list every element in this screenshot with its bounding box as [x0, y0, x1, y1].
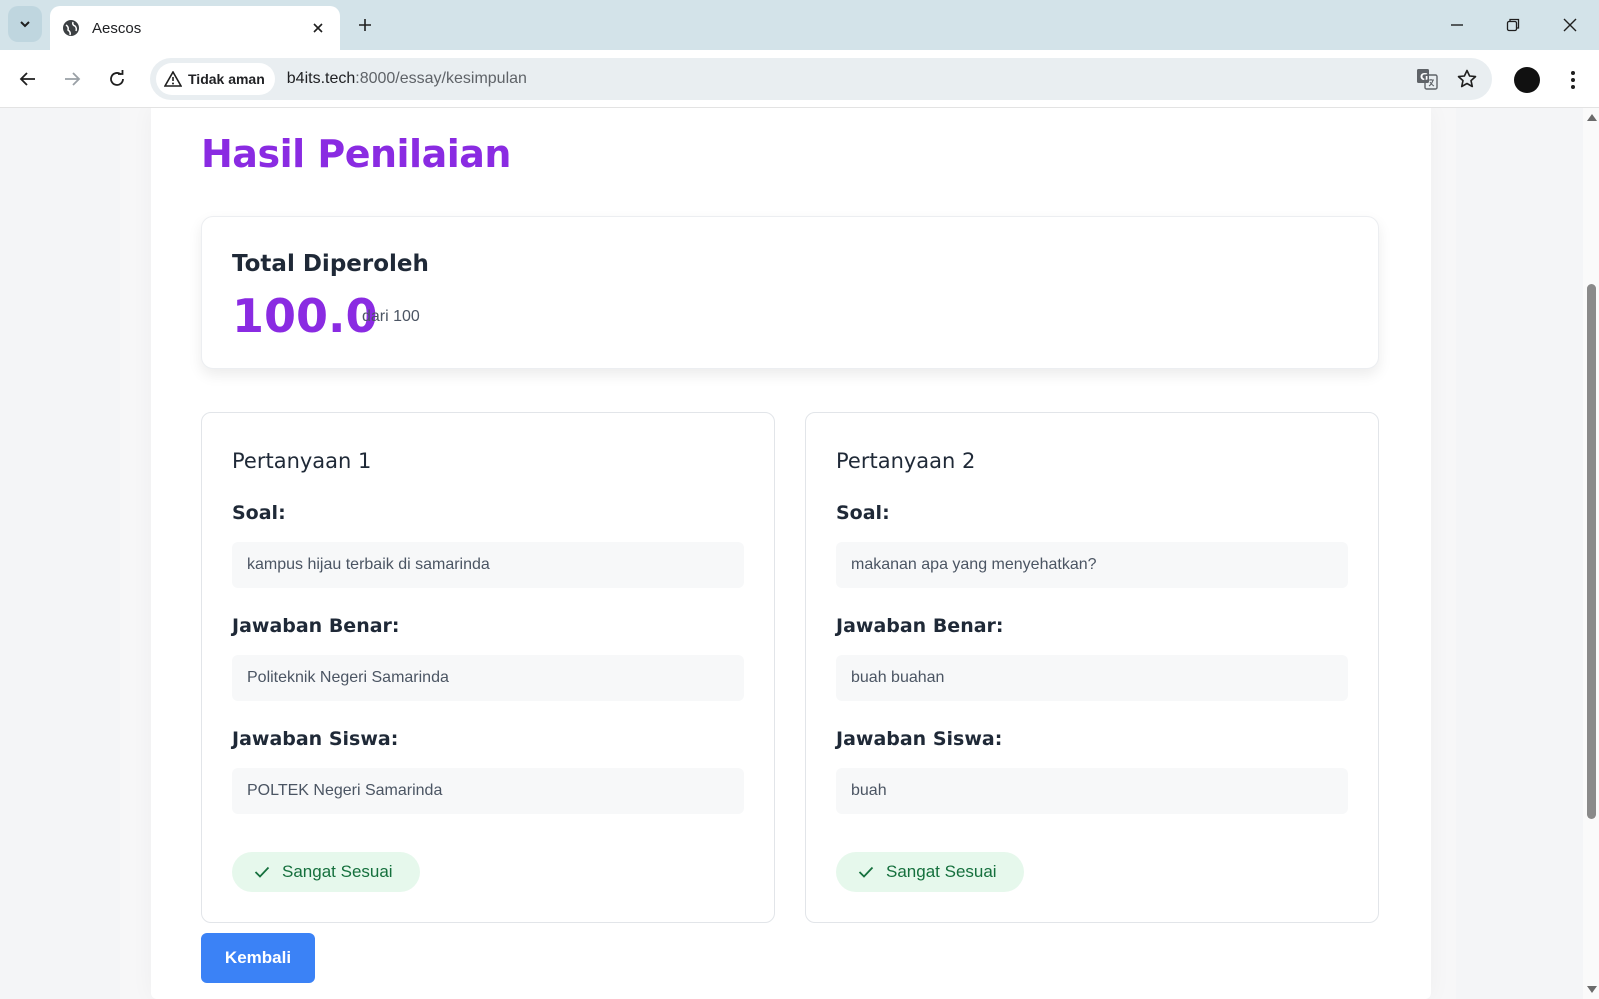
question-card: Pertanyaan 1 Soal: kampus hijau terbaik …: [201, 412, 775, 923]
translate-icon: G: [1417, 69, 1438, 90]
page-title: Hasil Penilaian: [201, 132, 511, 176]
profile-avatar[interactable]: [1514, 67, 1540, 93]
browser-tab[interactable]: Aescos: [50, 6, 340, 50]
status-badge: Sangat Sesuai: [232, 852, 420, 892]
minimize-icon: [1451, 24, 1463, 26]
student-answer-text: buah: [836, 768, 1348, 814]
svg-text:G: G: [1420, 72, 1428, 83]
browser-menu-button[interactable]: [1558, 64, 1588, 96]
forward-nav-button[interactable]: [56, 63, 88, 95]
result-container: Hasil Penilaian Total Diperoleh 100.0 da…: [151, 108, 1431, 999]
check-icon: [254, 866, 270, 878]
restore-icon: [1506, 18, 1520, 32]
total-max-score: dari 100: [362, 308, 420, 325]
scroll-down-arrow-icon[interactable]: [1587, 986, 1597, 993]
status-text: Sangat Sesuai: [886, 862, 997, 881]
translate-button[interactable]: G: [1412, 64, 1442, 94]
new-tab-button[interactable]: [352, 12, 378, 38]
tab-search-button[interactable]: [8, 6, 42, 42]
kebab-menu-icon: [1571, 71, 1575, 89]
security-indicator[interactable]: Tidak aman: [156, 63, 275, 95]
correct-answer-text: buah buahan: [836, 655, 1348, 701]
status-badge: Sangat Sesuai: [836, 852, 1024, 892]
total-score-value: 100.0: [232, 289, 378, 343]
browser-tab-bar: Aescos: [0, 0, 1599, 50]
question-text: makanan apa yang menyehatkan?: [836, 542, 1348, 588]
restore-button[interactable]: [1496, 8, 1530, 42]
bookmark-button[interactable]: [1452, 64, 1482, 94]
correct-answer-label: Jawaban Benar:: [836, 615, 1004, 637]
question-card: Pertanyaan 2 Soal: makanan apa yang meny…: [805, 412, 1379, 923]
address-bar[interactable]: Tidak aman b4its.tech:8000/essay/kesimpu…: [150, 58, 1492, 100]
reload-button[interactable]: [101, 63, 133, 95]
warning-icon: [164, 71, 182, 87]
student-answer-text: POLTEK Negeri Samarinda: [232, 768, 744, 814]
total-label: Total Diperoleh: [232, 251, 429, 277]
question-label: Soal:: [232, 502, 286, 524]
correct-answer-label: Jawaban Benar:: [232, 615, 400, 637]
url-path: :8000/essay/kesimpulan: [355, 70, 527, 87]
question-title: Pertanyaan 2: [836, 449, 976, 473]
scroll-up-arrow-icon[interactable]: [1587, 114, 1597, 121]
student-answer-label: Jawaban Siswa:: [232, 728, 399, 750]
browser-toolbar: Tidak aman b4its.tech:8000/essay/kesimpu…: [0, 50, 1599, 108]
status-text: Sangat Sesuai: [282, 862, 393, 881]
tab-title: Aescos: [92, 19, 142, 37]
check-icon: [858, 866, 874, 878]
question-title: Pertanyaan 1: [232, 449, 372, 473]
url-text[interactable]: b4its.tech:8000/essay/kesimpulan: [287, 70, 1412, 88]
plus-icon: [359, 19, 371, 31]
page-scrollbar[interactable]: [1583, 108, 1599, 999]
back-button[interactable]: Kembali: [201, 933, 315, 983]
page-viewport: Hasil Penilaian Total Diperoleh 100.0 da…: [0, 108, 1583, 999]
window-close-button[interactable]: [1553, 8, 1587, 42]
total-score-card: Total Diperoleh 100.0 dari 100: [201, 216, 1379, 369]
minimize-button[interactable]: [1440, 8, 1474, 42]
close-icon: [313, 23, 323, 33]
question-label: Soal:: [836, 502, 890, 524]
tab-close-button[interactable]: [308, 18, 328, 38]
chevron-down-icon: [20, 21, 30, 28]
student-answer-label: Jawaban Siswa:: [836, 728, 1003, 750]
close-icon: [1563, 18, 1577, 32]
globe-icon: [62, 19, 80, 37]
reload-icon: [110, 70, 124, 86]
question-text: kampus hijau terbaik di samarinda: [232, 542, 744, 588]
url-host: b4its.tech: [286, 70, 356, 87]
back-nav-button[interactable]: [12, 63, 44, 95]
correct-answer-text: Politeknik Negeri Samarinda: [232, 655, 744, 701]
scrollbar-thumb[interactable]: [1587, 284, 1596, 819]
security-label: Tidak aman: [188, 71, 265, 87]
arrow-left-icon: [19, 72, 35, 86]
star-icon: [1457, 69, 1477, 88]
arrow-right-icon: [65, 72, 81, 86]
